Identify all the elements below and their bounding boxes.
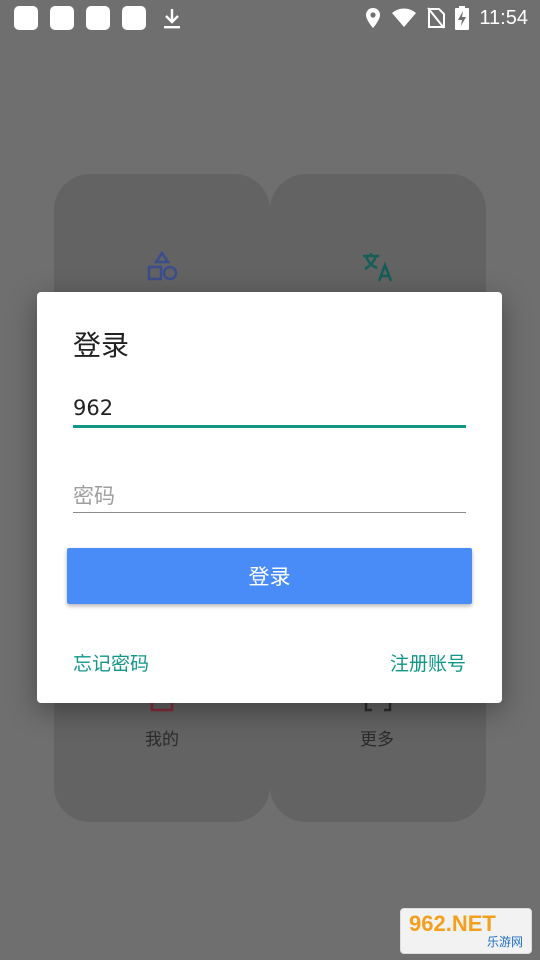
dialog-title: 登录: [73, 329, 130, 362]
register-link[interactable]: 注册账号: [390, 649, 466, 676]
app-notification-icon: [14, 6, 38, 30]
login-dialog: 登录 登录 忘记密码 注册账号: [37, 292, 502, 703]
username-field[interactable]: [73, 388, 466, 428]
app-notification-icon: [50, 6, 74, 30]
download-icon: [164, 9, 180, 29]
clock: 11:54: [479, 6, 528, 29]
app-notification-icon: [86, 6, 110, 30]
shapes-icon[interactable]: [146, 250, 178, 282]
forgot-password-link[interactable]: 忘记密码: [73, 649, 149, 676]
translate-icon[interactable]: [361, 250, 395, 284]
location-icon: [366, 8, 381, 28]
battery-charging-icon: [455, 6, 470, 30]
password-underline: [73, 512, 466, 513]
menu-item-mine-label[interactable]: 我的: [145, 725, 179, 750]
username-underline: [73, 425, 466, 428]
no-sim-icon: [427, 7, 446, 29]
login-button[interactable]: 登录: [67, 548, 472, 604]
status-indicators: 11:54: [365, 0, 528, 36]
site-watermark-logo: 962.NET 乐游网: [400, 908, 532, 954]
password-field[interactable]: [73, 476, 466, 516]
menu-item-more-label[interactable]: 更多: [360, 725, 394, 750]
watermark-brand: 962.NET: [409, 911, 496, 936]
watermark-sub: 乐游网: [486, 935, 523, 949]
status-bar: 11:54: [0, 0, 540, 36]
app-notification-icon: [122, 6, 146, 30]
wifi-icon: [392, 8, 417, 27]
